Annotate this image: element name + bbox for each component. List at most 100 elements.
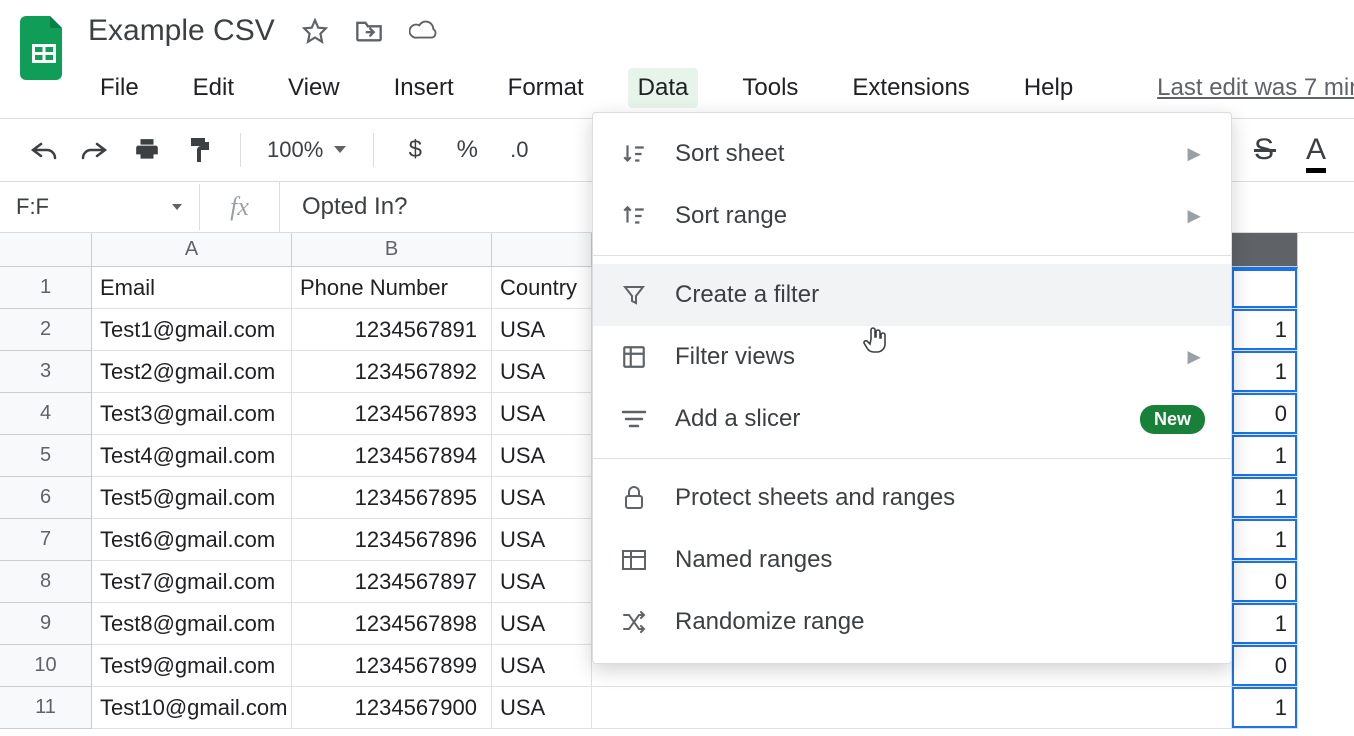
cell-selected[interactable]: 0 (1232, 645, 1298, 687)
cell[interactable]: Test10@gmail.com (92, 687, 292, 729)
sheets-logo[interactable] (20, 8, 68, 88)
menu-item-sort-sheet[interactable]: Sort sheet ► (593, 123, 1231, 185)
redo-icon[interactable] (80, 135, 110, 165)
menu-item-protect[interactable]: Protect sheets and ranges (593, 467, 1231, 529)
document-title[interactable]: Example CSV (86, 8, 277, 54)
cell-selected[interactable]: 1 (1232, 519, 1298, 561)
row-header[interactable]: 11 (0, 687, 92, 729)
col-header-a[interactable]: A (92, 233, 292, 267)
cell-selected[interactable] (1232, 267, 1298, 309)
menu-item-label: Randomize range (675, 608, 1205, 636)
row-header[interactable]: 5 (0, 435, 92, 477)
cloud-status-icon[interactable] (409, 17, 437, 45)
cell[interactable]: Email (92, 267, 292, 309)
cell[interactable]: Test6@gmail.com (92, 519, 292, 561)
menu-bar: File Edit View Insert Format Data Tools … (86, 54, 1354, 118)
cell-selected[interactable]: 0 (1232, 393, 1298, 435)
cell[interactable]: 1234567898 (292, 603, 492, 645)
cell[interactable]: Test8@gmail.com (92, 603, 292, 645)
zoom-select[interactable]: 100% (267, 137, 347, 163)
cell-selected[interactable]: 1 (1232, 477, 1298, 519)
name-box[interactable]: F:F (0, 184, 200, 230)
format-percent[interactable]: % (452, 135, 482, 165)
menu-tools[interactable]: Tools (732, 68, 808, 108)
cell[interactable]: 1234567894 (292, 435, 492, 477)
cell[interactable]: 1234567896 (292, 519, 492, 561)
cell[interactable]: Test9@gmail.com (92, 645, 292, 687)
text-color-button[interactable]: A (1306, 133, 1326, 167)
cell[interactable]: Test3@gmail.com (92, 393, 292, 435)
cell[interactable]: Test2@gmail.com (92, 351, 292, 393)
row-header[interactable]: 4 (0, 393, 92, 435)
menu-edit[interactable]: Edit (183, 68, 244, 108)
cell[interactable]: USA (492, 393, 592, 435)
cell[interactable]: USA (492, 519, 592, 561)
row-header[interactable]: 10 (0, 645, 92, 687)
row-header[interactable]: 8 (0, 561, 92, 603)
fx-icon: fx (200, 182, 280, 232)
cell[interactable]: 1234567891 (292, 309, 492, 351)
menu-item-sort-range[interactable]: Sort range ► (593, 185, 1231, 247)
cell-selected[interactable]: 1 (1232, 435, 1298, 477)
col-header-c[interactable] (492, 233, 592, 267)
cell-selected[interactable]: 0 (1232, 561, 1298, 603)
menu-item-filter-views[interactable]: Filter views ► (593, 326, 1231, 388)
cell[interactable]: USA (492, 561, 592, 603)
row-header[interactable]: 7 (0, 519, 92, 561)
menu-item-randomize[interactable]: Randomize range (593, 591, 1231, 653)
col-header-f-selected[interactable] (1232, 233, 1298, 267)
cell[interactable]: USA (492, 309, 592, 351)
cell-selected[interactable]: 1 (1232, 603, 1298, 645)
menu-item-label: Sort range (675, 202, 1157, 230)
format-decimal[interactable]: .0 (504, 135, 534, 165)
cell[interactable]: Phone Number (292, 267, 492, 309)
format-currency[interactable]: $ (400, 135, 430, 165)
menu-help[interactable]: Help (1014, 68, 1083, 108)
cell[interactable]: USA (492, 351, 592, 393)
col-header-b[interactable]: B (292, 233, 492, 267)
cell[interactable]: USA (492, 435, 592, 477)
row-header[interactable]: 3 (0, 351, 92, 393)
strikethrough-button[interactable]: S (1254, 133, 1276, 167)
cell[interactable]: Test5@gmail.com (92, 477, 292, 519)
row-header[interactable]: 2 (0, 309, 92, 351)
cell[interactable]: Test7@gmail.com (92, 561, 292, 603)
cell[interactable]: Country (492, 267, 592, 309)
menu-data[interactable]: Data (628, 68, 699, 108)
cell[interactable]: 1234567893 (292, 393, 492, 435)
row-header[interactable]: 1 (0, 267, 92, 309)
cell[interactable]: Test1@gmail.com (92, 309, 292, 351)
cell[interactable]: 1234567892 (292, 351, 492, 393)
menu-format[interactable]: Format (498, 68, 594, 108)
move-to-folder-icon[interactable] (355, 17, 383, 45)
cell[interactable]: USA (492, 645, 592, 687)
last-edit-link[interactable]: Last edit was 7 minutes (1157, 74, 1354, 102)
menu-item-add-slicer[interactable]: Add a slicer New (593, 388, 1231, 450)
menu-view[interactable]: View (278, 68, 350, 108)
undo-icon[interactable] (28, 135, 58, 165)
cell[interactable]: Test4@gmail.com (92, 435, 292, 477)
menu-insert[interactable]: Insert (384, 68, 464, 108)
paint-format-icon[interactable] (184, 135, 214, 165)
cell[interactable] (592, 687, 1232, 729)
row-header[interactable]: 9 (0, 603, 92, 645)
menu-item-named-ranges[interactable]: Named ranges (593, 529, 1231, 591)
cell[interactable]: 1234567899 (292, 645, 492, 687)
cell[interactable]: 1234567900 (292, 687, 492, 729)
select-all-corner[interactable] (0, 233, 92, 267)
print-icon[interactable] (132, 135, 162, 165)
cell-selected[interactable]: 1 (1232, 351, 1298, 393)
star-icon[interactable] (301, 17, 329, 45)
cell[interactable]: 1234567895 (292, 477, 492, 519)
menu-extensions[interactable]: Extensions (842, 68, 979, 108)
menu-item-create-filter[interactable]: Create a filter (593, 264, 1231, 326)
cell[interactable]: USA (492, 477, 592, 519)
cell[interactable]: 1234567897 (292, 561, 492, 603)
row-header[interactable]: 6 (0, 477, 92, 519)
cell[interactable]: USA (492, 603, 592, 645)
slicer-icon (619, 404, 649, 434)
menu-file[interactable]: File (90, 68, 149, 108)
cell[interactable]: USA (492, 687, 592, 729)
cell-selected[interactable]: 1 (1232, 309, 1298, 351)
cell-selected[interactable]: 1 (1232, 687, 1298, 729)
